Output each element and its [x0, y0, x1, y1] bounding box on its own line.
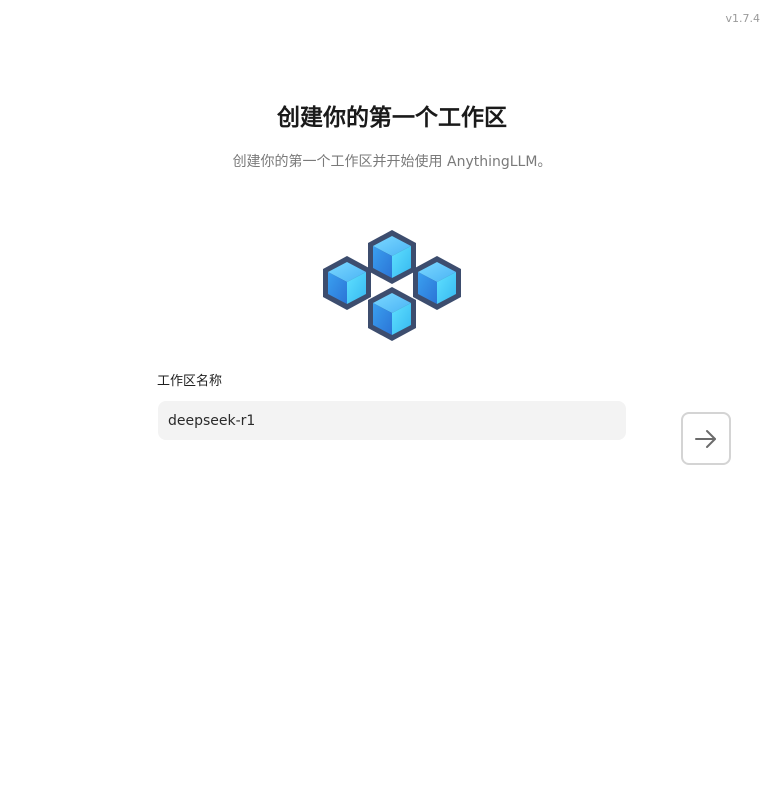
page-title: 创建你的第一个工作区 — [277, 105, 507, 131]
version-label: v1.7.4 — [725, 12, 761, 25]
next-button[interactable] — [681, 412, 731, 465]
workspace-name-label: 工作区名称 — [157, 374, 223, 389]
page-subtitle: 创建你的第一个工作区并开始使用 AnythingLLM。 — [232, 154, 552, 170]
workspace-cubes-icon — [323, 230, 461, 341]
onboarding-page: v1.7.4 创建你的第一个工作区 创建你的第一个工作区并开始使用 Anythi… — [0, 0, 784, 797]
workspace-name-input[interactable] — [158, 401, 626, 440]
arrow-right-icon — [695, 429, 716, 448]
